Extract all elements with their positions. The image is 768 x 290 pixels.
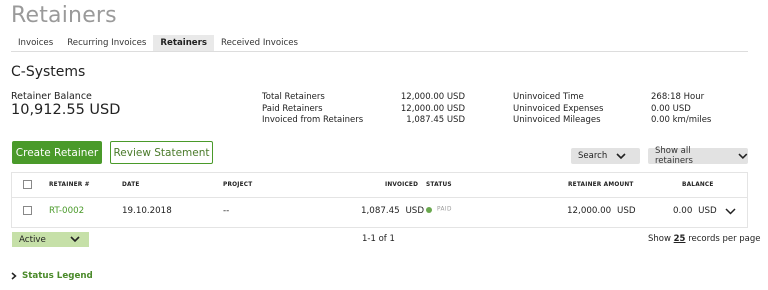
status-legend-toggle[interactable]: Status Legend — [11, 271, 93, 281]
row-checkbox[interactable] — [23, 206, 32, 215]
column-header-project[interactable]: PROJECT — [223, 182, 252, 188]
retainer-balance: 0.00 USD — [673, 206, 717, 216]
retainer-project: -- — [223, 206, 230, 216]
retainer-amount-value: 12,000.00 — [567, 206, 612, 216]
column-header-balance[interactable]: BALANCE — [682, 182, 714, 188]
tab-bar: Invoices Recurring Invoices Retainers Re… — [11, 35, 748, 52]
uninvoiced-time-label: Uninvoiced Time — [513, 92, 584, 102]
records-per-page: Show 25 records per page — [648, 234, 761, 244]
chevron-down-icon — [70, 236, 80, 243]
create-retainer-button[interactable]: Create Retainer — [12, 141, 102, 164]
uninvoiced-mileages-value: 0.00 km/miles — [651, 115, 712, 125]
invoiced-from-retainers-label: Invoiced from Retainers — [262, 115, 364, 125]
tab-received-invoices[interactable]: Received Invoices — [214, 35, 305, 51]
retainer-balance-label: Retainer Balance — [11, 91, 92, 102]
retainer-balance-value: 10,912.55 USD — [11, 102, 121, 118]
total-retainers-label: Total Retainers — [262, 92, 325, 102]
page-title: Retainers — [11, 3, 117, 28]
tab-recurring-invoices[interactable]: Recurring Invoices — [60, 35, 153, 51]
retainer-amount-currency: USD — [616, 206, 636, 216]
filter-label: Show all retainers — [655, 146, 693, 166]
uninvoiced-expenses-value: 0.00 USD — [651, 103, 691, 114]
status-filter-select[interactable]: Active — [12, 232, 89, 247]
tab-retainers[interactable]: Retainers — [153, 35, 214, 51]
invoiced-amount: 1,087.45 — [361, 206, 400, 216]
retainer-date: 19.10.2018 — [122, 206, 172, 216]
retainers-table — [11, 172, 748, 228]
total-retainers-value: 12,000.00 USD — [400, 92, 465, 102]
search-button[interactable]: Search — [571, 148, 640, 164]
retainer-amount: 12,000.00 USD — [567, 206, 636, 216]
chevron-right-icon — [11, 272, 17, 280]
uninvoiced-expenses-label: Uninvoiced Expenses — [513, 103, 604, 114]
paid-retainers-label: Paid Retainers — [262, 103, 323, 114]
search-label: Search — [578, 151, 608, 161]
per-page-count-link[interactable]: 25 — [674, 234, 686, 244]
uninvoiced-mileages-label: Uninvoiced Mileages — [513, 115, 601, 125]
select-all-checkbox[interactable] — [23, 180, 32, 189]
client-name: C-Systems — [11, 64, 86, 80]
tab-invoices[interactable]: Invoices — [11, 35, 60, 51]
per-page-prefix: Show — [648, 234, 671, 244]
column-header-date[interactable]: DATE — [122, 182, 140, 188]
retainer-filter-dropdown[interactable]: Show all retainers — [648, 146, 748, 166]
status-dot-icon — [426, 206, 432, 213]
chevron-down-icon — [738, 153, 748, 159]
column-header-retainer-number[interactable]: RETAINER # — [49, 182, 90, 188]
column-header-retainer-amount[interactable]: RETAINER AMOUNT — [568, 182, 634, 188]
table-header-divider — [11, 197, 748, 198]
per-page-suffix: records per page — [688, 234, 761, 244]
row-expand-chevron-icon[interactable] — [725, 208, 736, 215]
retainer-balance-value: 0.00 — [673, 206, 693, 216]
pagination-info: 1-1 of 1 — [362, 234, 395, 244]
column-header-status[interactable]: STATUS — [426, 182, 452, 188]
invoiced-from-retainers-value: 1,087.45 USD — [406, 115, 465, 125]
uninvoiced-time-value: 268:18 Hour — [651, 92, 705, 102]
review-statement-button[interactable]: Review Statement — [110, 141, 213, 164]
status-text: PAID — [437, 206, 452, 213]
chevron-down-icon — [616, 152, 626, 159]
invoiced-currency: USD — [405, 206, 425, 216]
status-legend-label: Status Legend — [22, 271, 93, 281]
retainer-invoiced: 1,087.45 USD — [361, 206, 424, 216]
status-badge: PAID — [426, 205, 452, 215]
retainer-balance-currency: USD — [698, 206, 717, 216]
paid-retainers-value: 12,000.00 USD — [400, 103, 465, 114]
status-filter-value: Active — [19, 234, 46, 245]
retainer-number-link[interactable]: RT-0002 — [49, 206, 84, 216]
column-header-invoiced[interactable]: INVOICED — [385, 182, 418, 188]
